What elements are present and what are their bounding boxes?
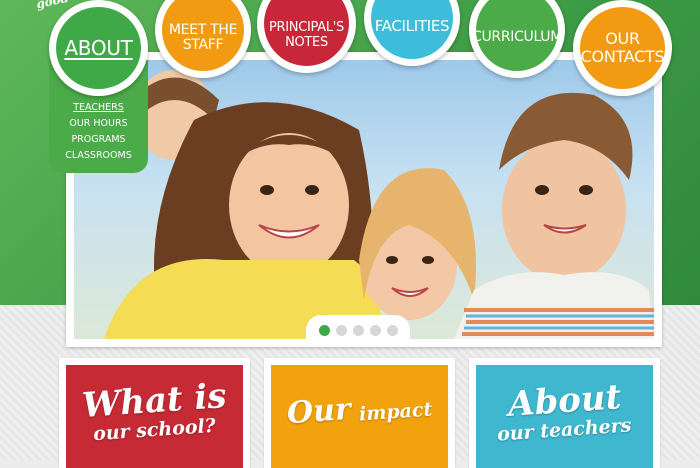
nav-facilities-label[interactable]: Facilities [371,0,453,59]
card-about-our-teachers-inner[interactable]: About our teachers [476,365,653,468]
nav-our-contacts[interactable]: Our contacts [573,0,672,96]
card-what-is-our-school-inner[interactable]: What is our school? [66,365,243,468]
card-what-is-our-school[interactable]: What is our school? [59,358,250,468]
hero-photo [74,60,654,339]
nav-principals-notes-label[interactable]: Principal's notes [264,0,349,66]
nav-curriculum-label[interactable]: Curriculum [472,0,562,71]
card-our-impact-inner[interactable]: Our impact [271,365,448,468]
children-photo-icon [104,70,654,339]
submenu-item-teachers[interactable]: Teachers [49,100,148,116]
nav-about[interactable]: About [49,0,148,96]
nav-our-contacts-label[interactable]: Our contacts [580,7,665,89]
slide-dot-3[interactable] [352,324,364,336]
card-title: Our [285,391,352,431]
slider-pagination [306,315,410,345]
card-about-our-teachers[interactable]: About our teachers [469,358,660,468]
slide-dot-2[interactable] [335,324,347,336]
submenu-item-our-hours[interactable]: Our hours [49,116,148,132]
card-our-impact[interactable]: Our impact [264,358,455,468]
slide-dot-4[interactable] [369,324,381,336]
nav-meet-the-staff-label[interactable]: Meet the staff [162,0,244,71]
slide-dot-1[interactable] [318,324,330,336]
submenu-item-classrooms[interactable]: Classrooms [49,148,148,164]
hero-slider [66,52,662,347]
submenu-item-programs[interactable]: Programs [49,132,148,148]
slide-dot-5[interactable] [386,324,398,336]
card-subtitle: impact [358,397,433,426]
nav-about-label[interactable]: About [56,7,141,89]
